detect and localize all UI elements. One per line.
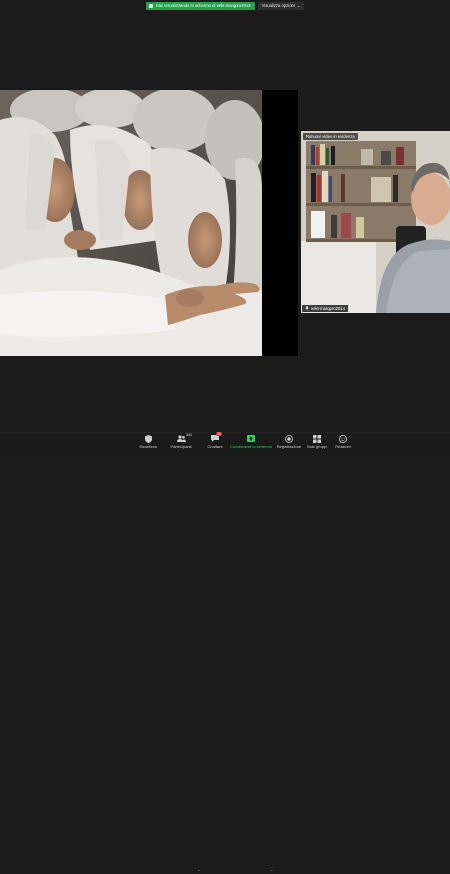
top-banner: Stai visualizzando lo schermo di vekt-ma… — [0, 1, 450, 11]
unpin-video-label[interactable]: Rimuovi video in evidenza — [303, 133, 358, 140]
participant-video-tile[interactable]: Rimuovi video in evidenza vekt-marqpro20… — [301, 131, 450, 313]
breakout-rooms-icon — [312, 434, 322, 443]
smiley-icon — [338, 434, 348, 443]
chat-label: Chattare — [207, 444, 223, 449]
security-label: Sicurezza — [139, 444, 157, 449]
share-options-chevron-icon[interactable]: ⌃ — [270, 869, 273, 874]
chevron-down-icon: ⌄ — [296, 3, 301, 8]
reactions-label: Reazioni — [335, 444, 351, 449]
record-icon — [284, 434, 294, 443]
view-options-button[interactable]: Visualizza opzioni ⌄ — [257, 2, 305, 10]
shield-icon — [143, 434, 153, 443]
reactions-button[interactable]: Reazioni — [323, 434, 363, 450]
chat-icon: 39 — [210, 432, 222, 443]
participant-name: vekt-marqpro2014 — [311, 306, 345, 311]
share-screen-label: Condividere lo schermo — [229, 444, 273, 449]
participant-name-tag: vekt-marqpro2014 — [302, 305, 348, 312]
participants-label: Partecipanti — [170, 444, 192, 449]
microphone-icon — [305, 306, 309, 311]
participant-video — [301, 131, 450, 313]
share-screen-button[interactable]: Condividere lo schermo — [229, 434, 273, 450]
participants-chevron-icon[interactable]: ⌃ — [197, 869, 200, 874]
shared-film-frame — [0, 90, 262, 356]
participants-icon: 340 — [176, 433, 192, 443]
share-notice-text: Stai visualizzando lo schermo di vekt-ma… — [155, 3, 251, 8]
share-status-icon — [148, 4, 153, 8]
shared-screen — [0, 90, 298, 356]
view-options-label: Visualizza opzioni — [261, 3, 295, 8]
meeting-toolbar: Sicurezza 340 Partecipanti ⌃ 39 Chattare… — [0, 432, 450, 874]
chat-unread-badge: 39 — [216, 432, 222, 436]
participants-count: 340 — [186, 433, 192, 437]
share-screen-icon — [246, 434, 256, 443]
screen-share-notice: Stai visualizzando lo schermo di vekt-ma… — [145, 2, 255, 10]
